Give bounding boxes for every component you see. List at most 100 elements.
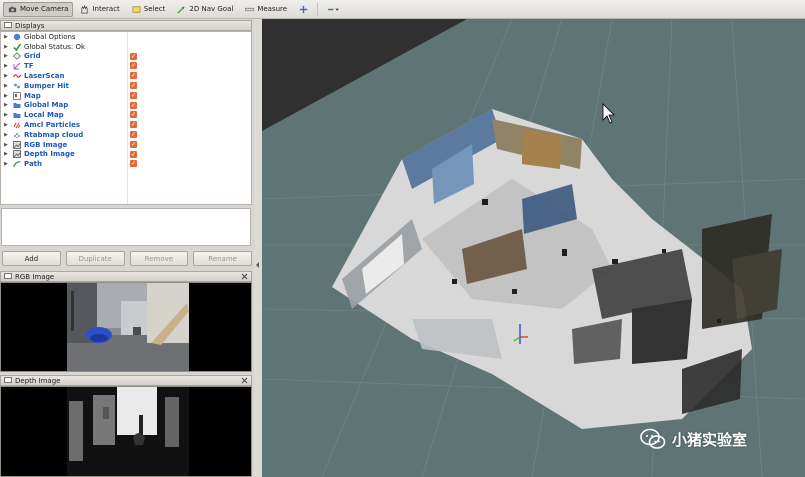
display-item-laserscan[interactable]: ▶ LaserScan ✓ — [1, 71, 251, 81]
duplicate-button[interactable]: Duplicate — [65, 251, 125, 266]
add-button[interactable]: Add — [2, 251, 61, 266]
display-item-rtabmap-cloud[interactable]: ▶ Rtabmap cloud ✓ — [1, 130, 251, 140]
watermark: 小猪实验室 — [640, 428, 747, 450]
folder-icon — [12, 101, 21, 109]
close-icon[interactable] — [241, 273, 248, 280]
close-icon[interactable] — [241, 377, 248, 384]
monitor-icon — [4, 273, 12, 279]
expand-arrow-icon[interactable]: ▶ — [4, 53, 10, 59]
laser-icon — [12, 72, 21, 80]
display-item-label: Depth Image — [24, 150, 75, 159]
monitor-icon — [4, 377, 12, 383]
display-item-label: Grid — [24, 52, 41, 61]
tool-label: Measure — [257, 5, 288, 13]
watermark-text: 小猪实验室 — [672, 430, 748, 449]
enable-checkbox[interactable]: ✓ — [130, 130, 137, 138]
display-item-label: RGB Image — [24, 140, 68, 149]
panel-title-text: Displays — [15, 21, 45, 30]
folder-icon — [12, 111, 21, 119]
display-item-rgb-image[interactable]: ▶ RGB Image ✓ — [1, 140, 251, 150]
expand-arrow-icon[interactable]: ▶ — [4, 132, 10, 138]
select-icon — [132, 5, 141, 13]
expand-arrow-icon[interactable]: ▶ — [4, 122, 10, 128]
display-item-grid[interactable]: ▶ Grid ✓ — [1, 52, 251, 62]
display-item-local-map[interactable]: ▶ Local Map ✓ — [1, 110, 251, 120]
tool-label: 2D Nav Goal — [189, 5, 234, 13]
expand-arrow-icon[interactable]: ▶ — [4, 161, 10, 167]
display-item-amcl-particles[interactable]: ▶ Amcl Particles ✓ — [1, 120, 251, 130]
plus-icon — [299, 5, 308, 13]
display-item-global-map[interactable]: ▶ Global Map ✓ — [1, 101, 251, 111]
display-item-map[interactable]: ▶ Map ✓ — [1, 91, 251, 101]
enable-checkbox[interactable]: ✓ — [130, 160, 137, 168]
expand-arrow-icon[interactable]: ▶ — [4, 34, 10, 40]
expand-arrow-icon[interactable]: ▶ — [4, 93, 10, 99]
expand-arrow-icon[interactable]: ▶ — [4, 63, 10, 69]
enable-checkbox[interactable]: ✓ — [130, 140, 137, 148]
expand-arrow-icon[interactable]: ▶ — [4, 83, 10, 89]
enable-checkbox[interactable]: ✓ — [130, 72, 137, 80]
expand-arrow-icon[interactable]: ▶ — [4, 102, 10, 108]
tool-label: Move Camera — [20, 5, 69, 13]
panel-title-text: RGB Image — [15, 272, 55, 281]
remove-button[interactable]: Remove — [129, 251, 189, 266]
nav-goal-tool[interactable]: 2D Nav Goal — [172, 2, 238, 17]
interact-tool[interactable]: Interact — [75, 2, 124, 17]
rgb-image-view — [0, 282, 252, 372]
tf-icon — [12, 62, 21, 70]
check-icon — [12, 43, 21, 51]
display-item-label: Local Map — [24, 111, 64, 120]
camera-icon — [8, 6, 17, 12]
expand-arrow-icon[interactable]: ▶ — [4, 142, 10, 148]
display-item-label: TF — [24, 62, 34, 71]
display-item-tf[interactable]: ▶ TF ✓ — [1, 61, 251, 71]
rename-button[interactable]: Rename — [193, 251, 252, 266]
display-item-label: Bumper Hit — [24, 81, 69, 90]
nav-goal-icon — [177, 5, 186, 14]
enable-checkbox[interactable]: ✓ — [130, 150, 137, 158]
add-tool-button[interactable] — [294, 2, 313, 17]
enable-checkbox[interactable]: ✓ — [130, 52, 137, 60]
display-item-depth-image[interactable]: ▶ Depth Image ✓ — [1, 150, 251, 160]
expand-arrow-icon[interactable]: ▶ — [4, 44, 10, 50]
display-item-label: Map — [24, 91, 41, 100]
cloud-icon — [12, 131, 21, 139]
enable-checkbox[interactable]: ✓ — [130, 121, 137, 129]
display-item-label: LaserScan — [24, 72, 65, 81]
display-item-label: Amcl Particles — [24, 121, 81, 130]
display-item-bumper-hit[interactable]: ▶ Bumper Hit ✓ — [1, 81, 251, 91]
panel-splitter[interactable] — [254, 19, 262, 477]
enable-checkbox[interactable]: ✓ — [130, 81, 137, 89]
globe-icon — [12, 33, 21, 41]
expand-arrow-icon[interactable]: ▶ — [4, 151, 10, 157]
image-icon — [12, 150, 21, 159]
displays-panel-title: Displays — [0, 20, 252, 31]
enable-checkbox[interactable]: ✓ — [130, 101, 137, 109]
enable-checkbox[interactable]: ✓ — [130, 91, 137, 99]
3d-render-view[interactable] — [262, 19, 805, 477]
display-item-global-options[interactable]: ▶ Global Options — [1, 32, 251, 42]
tool-label: Interact — [92, 5, 120, 13]
point-cloud-map — [262, 19, 805, 477]
display-item-label: Path — [24, 160, 42, 169]
depth-panel-title: Depth Image — [0, 375, 252, 386]
display-item-path[interactable]: ▶ Path ✓ — [1, 159, 251, 169]
enable-checkbox[interactable]: ✓ — [130, 62, 137, 70]
measure-tool[interactable]: Measure — [240, 2, 292, 17]
select-tool[interactable]: Select — [127, 2, 171, 17]
display-item-global-status-ok[interactable]: ▶ Global Status: Ok — [1, 42, 251, 52]
expand-arrow-icon[interactable]: ▶ — [4, 112, 10, 118]
remove-tool-dropdown[interactable] — [322, 2, 345, 17]
wechat-icon — [640, 428, 666, 449]
splitter-arrow-icon — [256, 262, 259, 268]
hand-icon — [81, 4, 89, 13]
toolbar: Move Camera Interact Select 2D Nav Goal … — [0, 0, 805, 19]
path-icon — [12, 160, 21, 168]
depth-camera-image — [1, 387, 251, 476]
expand-arrow-icon[interactable]: ▶ — [4, 73, 10, 79]
enable-checkbox[interactable]: ✓ — [130, 111, 137, 119]
move-camera-tool[interactable]: Move Camera — [3, 1, 74, 17]
display-item-label: Rtabmap cloud — [24, 130, 84, 139]
toolbar-separator — [317, 2, 319, 16]
tool-label: Select — [143, 5, 166, 13]
